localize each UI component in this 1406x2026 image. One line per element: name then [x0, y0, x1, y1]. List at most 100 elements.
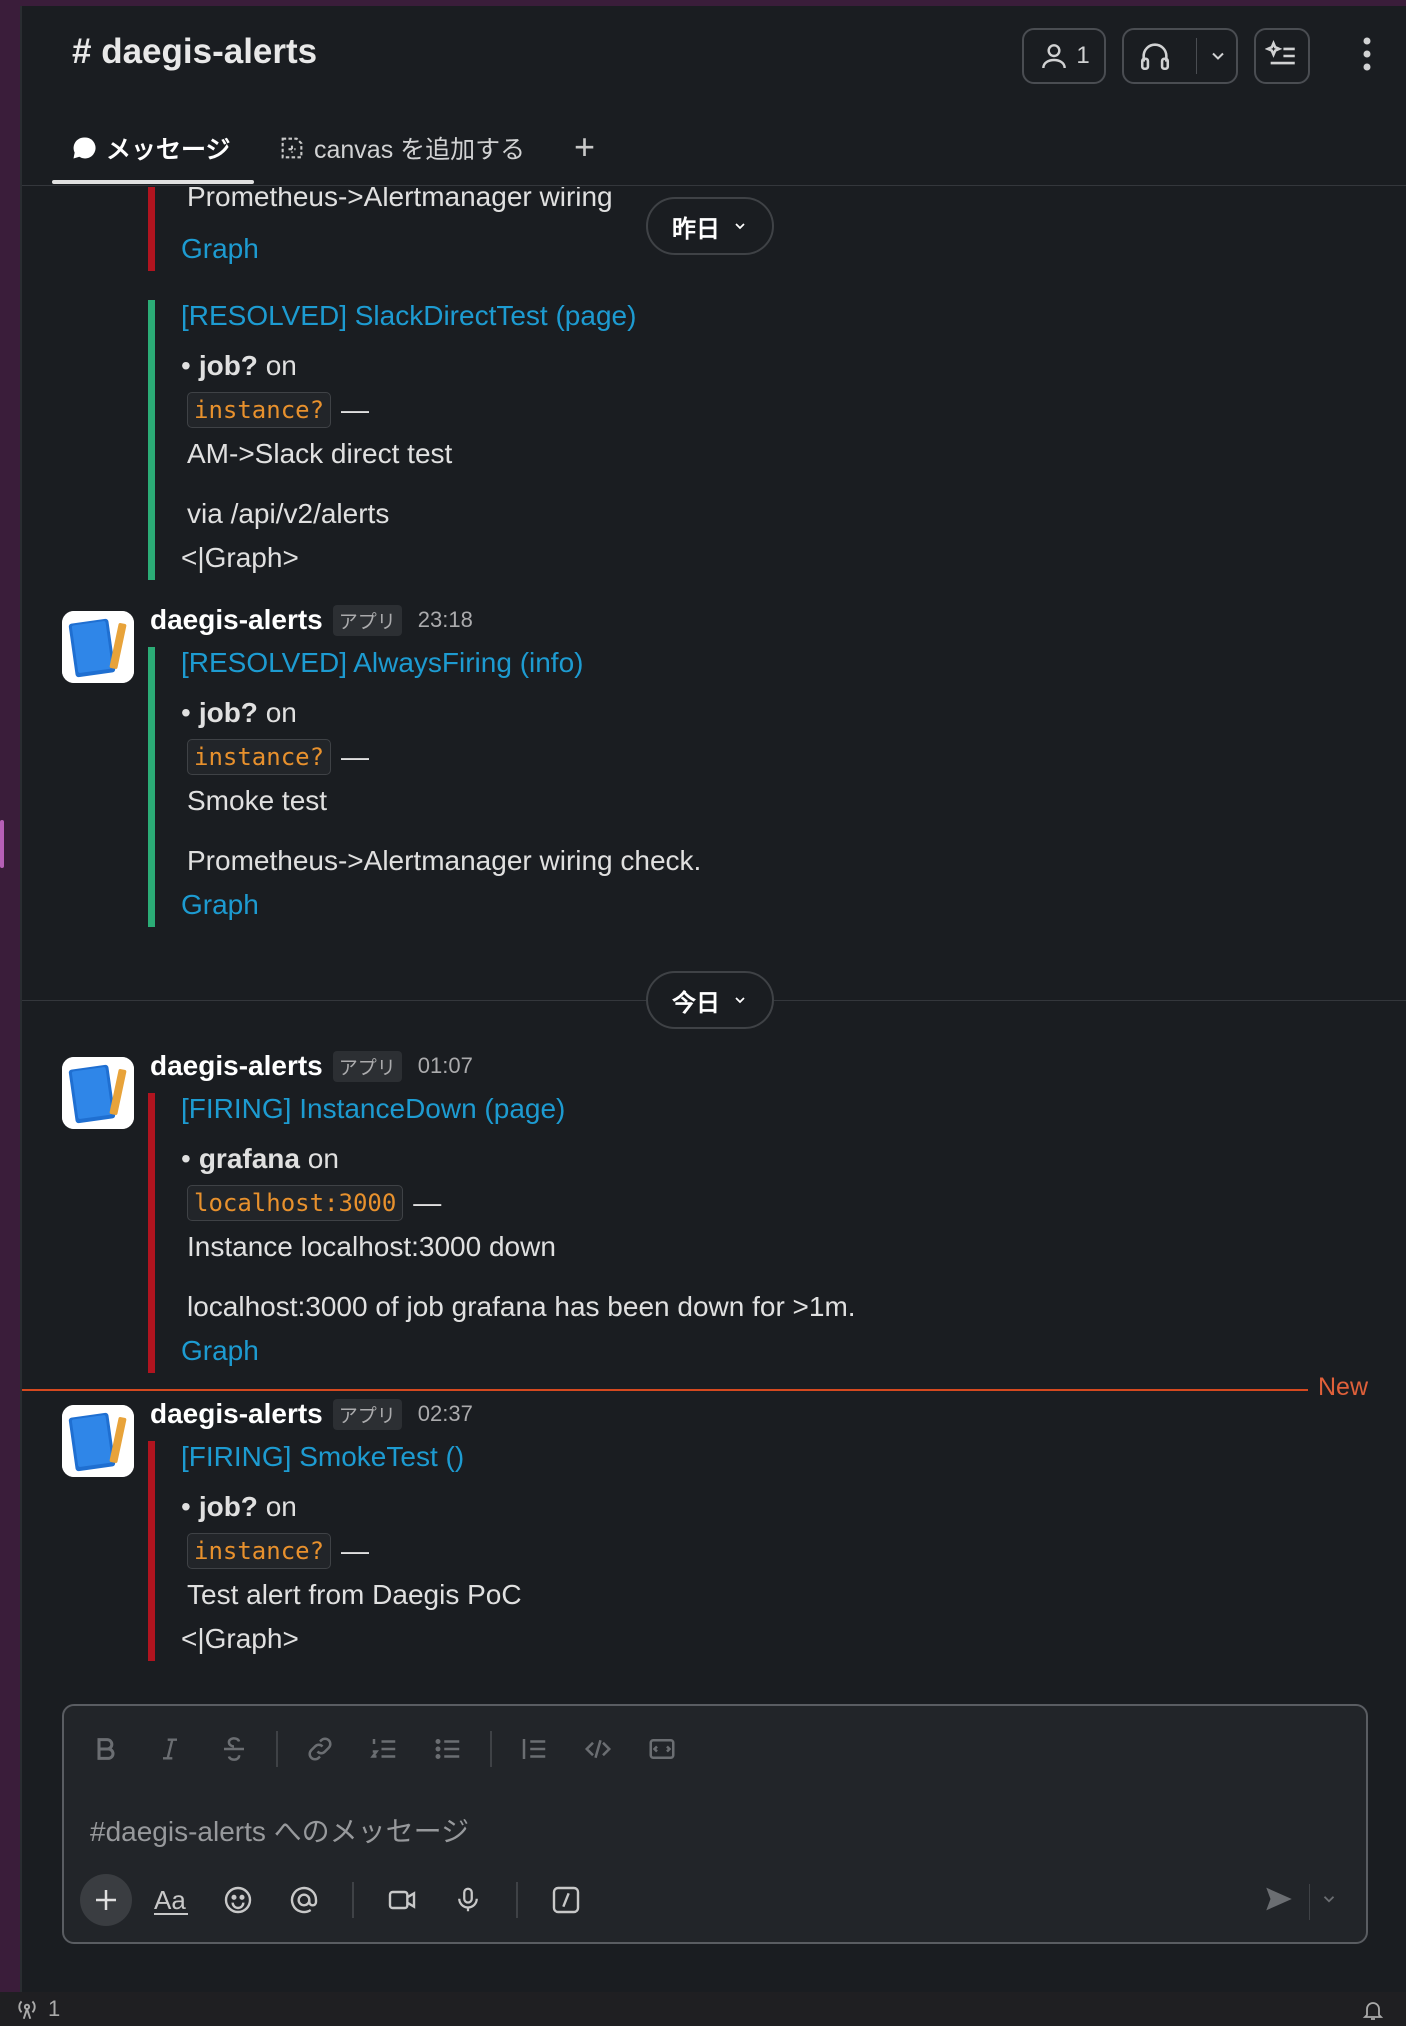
formatting-toolbar: [84, 1724, 684, 1774]
job-label: job?: [198, 697, 258, 728]
dash: —: [341, 394, 370, 425]
app-badge: アプリ: [332, 604, 402, 636]
instance-code: instance?: [187, 739, 332, 775]
message-header: daegis-alerts アプリ 02:37: [150, 1398, 473, 1430]
microphone-icon[interactable]: [442, 1874, 494, 1926]
app-badge: アプリ: [332, 1398, 402, 1430]
alert-description: localhost:3000 of job grafana has been d…: [187, 1291, 856, 1322]
member-count: 1: [1076, 42, 1090, 69]
alert-attachment: [FIRING] SmokeTest () • job? on instance…: [148, 1441, 522, 1661]
bulleted-list-icon[interactable]: [426, 1727, 470, 1771]
alert-instance-line: instance? —: [181, 1529, 522, 1573]
avatar[interactable]: [62, 1057, 134, 1129]
alert-job-line: • grafana on: [181, 1143, 339, 1174]
alert-summary: Smoke test: [187, 785, 328, 816]
active-tab-indicator: [52, 180, 254, 184]
instance-code: localhost:3000: [187, 1185, 404, 1221]
alert-footer: <|Graph>: [181, 1623, 299, 1654]
sender-name[interactable]: daegis-alerts: [150, 1398, 323, 1430]
alert-job-line: • job? on: [181, 1491, 297, 1522]
notification-bell-icon[interactable]: [1360, 1998, 1386, 2026]
graph-link[interactable]: Graph: [181, 1329, 856, 1373]
graph-link[interactable]: Graph: [181, 227, 613, 271]
message-header: daegis-alerts アプリ 01:07: [150, 1050, 473, 1082]
alert-job-line: • job? on: [181, 697, 297, 728]
sidebar-unread-marker: [0, 820, 4, 868]
alert-summary: AM->Slack direct test: [187, 438, 453, 469]
add-tab-button[interactable]: +: [574, 126, 595, 168]
dash: —: [341, 1535, 370, 1566]
blockquote-icon[interactable]: [512, 1727, 556, 1771]
alert-description: Prometheus->Alertmanager wiring check.: [187, 845, 702, 876]
message-list[interactable]: Prometheus->Alertmanager wiring Graph 昨日…: [22, 187, 1406, 1707]
tab-messages-label: メッセージ: [106, 136, 231, 164]
ai-summary-button[interactable]: [1254, 28, 1310, 84]
channel-window: # daegis-alerts 1 メッセージ canvas を追加する + P…: [20, 6, 1406, 1992]
schedule-chevron-icon[interactable]: [1320, 1888, 1338, 1914]
tab-messages[interactable]: メッセージ: [70, 130, 231, 166]
members-button[interactable]: 1: [1022, 28, 1106, 84]
italic-icon[interactable]: [148, 1727, 192, 1771]
timestamp[interactable]: 01:07: [418, 1053, 473, 1079]
message-input[interactable]: #daegis-alerts へのメッセージ: [90, 1810, 469, 1850]
job-label: grafana: [198, 1143, 300, 1174]
dash: —: [341, 741, 370, 772]
timestamp[interactable]: 23:18: [418, 607, 473, 633]
sparkle-list-icon: [1265, 40, 1295, 65]
send-separator: [1309, 1884, 1310, 1920]
dash: —: [413, 1187, 442, 1218]
timestamp[interactable]: 02:37: [418, 1401, 473, 1427]
alert-summary: Test alert from Daegis PoC: [187, 1579, 522, 1610]
bold-icon[interactable]: [84, 1727, 128, 1771]
channel-title[interactable]: # daegis-alerts: [72, 32, 317, 72]
chevron-down-icon: [735, 997, 745, 1004]
person-icon: [1042, 44, 1067, 69]
alert-title-link[interactable]: [RESOLVED] SlackDirectTest (page): [181, 300, 636, 336]
job-label: job?: [198, 1491, 258, 1522]
emoji-icon[interactable]: [212, 1874, 264, 1926]
code-block-icon[interactable]: [640, 1727, 684, 1771]
numbered-list-icon[interactable]: [362, 1727, 406, 1771]
plus-icon[interactable]: [80, 1874, 132, 1926]
formatting-toggle-icon[interactable]: Aa: [146, 1874, 198, 1926]
code-icon[interactable]: [576, 1727, 620, 1771]
date-jump-yesterday[interactable]: 昨日: [646, 197, 774, 255]
sender-name[interactable]: daegis-alerts: [150, 1050, 323, 1082]
alert-attachment: [RESOLVED] SlackDirectTest (page) • job?…: [148, 300, 636, 580]
alert-title-link[interactable]: [FIRING] SmokeTest (): [181, 1441, 522, 1477]
huddle-button[interactable]: [1122, 28, 1238, 84]
more-options-icon[interactable]: [1362, 36, 1372, 72]
on-label: on: [265, 1491, 297, 1522]
tab-add-canvas[interactable]: canvas を追加する: [278, 130, 525, 166]
notebook-icon: [62, 1057, 134, 1129]
video-icon[interactable]: [376, 1874, 428, 1926]
canvas-icon: [281, 137, 303, 159]
new-messages-divider: [22, 1389, 1308, 1391]
avatar[interactable]: [62, 611, 134, 683]
channel-header: # daegis-alerts 1: [22, 6, 1406, 96]
graph-link[interactable]: Graph: [181, 883, 701, 927]
mention-icon[interactable]: [278, 1874, 330, 1926]
avatar[interactable]: [62, 1405, 134, 1477]
on-label: on: [265, 350, 297, 381]
slash-command-icon[interactable]: [540, 1874, 592, 1926]
alert-title-link[interactable]: [RESOLVED] AlwaysFiring (info): [181, 647, 701, 683]
app-badge: アプリ: [332, 1050, 402, 1082]
strikethrough-icon[interactable]: [212, 1727, 256, 1771]
alert-title-link[interactable]: [FIRING] InstanceDown (page): [181, 1093, 856, 1129]
on-label: on: [307, 1143, 339, 1174]
message-composer[interactable]: #daegis-alerts へのメッセージ Aa: [62, 1704, 1368, 1944]
alert-instance-line: instance? —: [181, 735, 701, 779]
alert-attachment: [RESOLVED] AlwaysFiring (info) • job? on…: [148, 647, 701, 927]
date-jump-today[interactable]: 今日: [646, 971, 774, 1029]
headphones-icon: [1140, 43, 1170, 71]
link-icon[interactable]: [298, 1727, 342, 1771]
sender-name[interactable]: daegis-alerts: [150, 604, 323, 636]
alert-attachment: [FIRING] InstanceDown (page) • grafana o…: [148, 1093, 856, 1373]
svg-text:Aa: Aa: [154, 1885, 186, 1915]
attachment-description: Prometheus->Alertmanager wiring: [187, 187, 613, 212]
on-label: on: [265, 697, 297, 728]
chevron-down-icon[interactable]: [1208, 46, 1228, 66]
alert-job-line: • job? on: [181, 350, 297, 381]
send-icon[interactable]: [1262, 1882, 1296, 1921]
